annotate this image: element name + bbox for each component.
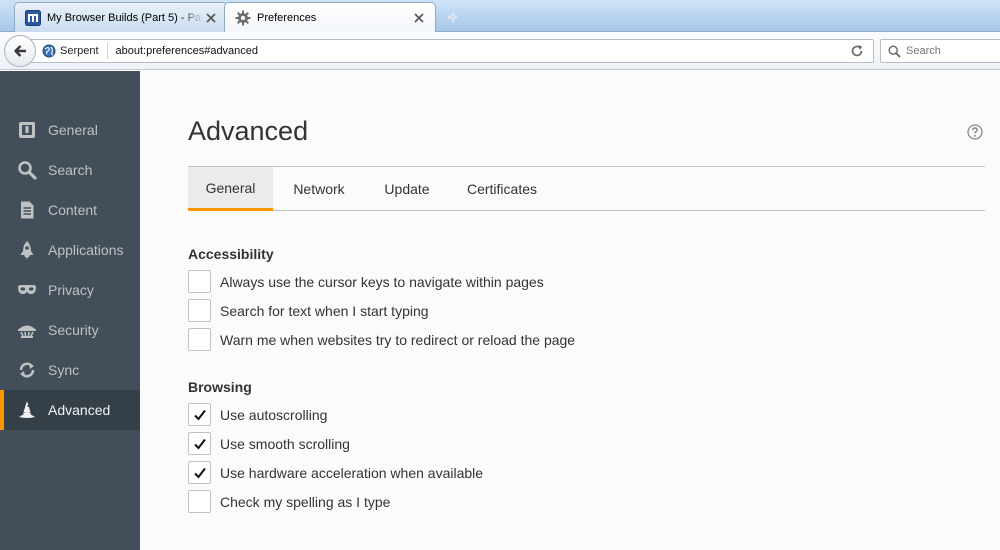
- category-security[interactable]: Security: [0, 310, 140, 350]
- checkbox[interactable]: [188, 490, 211, 513]
- category-label: Sync: [48, 362, 80, 378]
- back-arrow-icon: [14, 45, 26, 57]
- privacy-mask-icon: [15, 278, 39, 302]
- security-icon: [15, 318, 39, 342]
- category-advanced[interactable]: Advanced: [0, 390, 140, 430]
- pref-autoscrolling[interactable]: Use autoscrolling: [188, 403, 327, 426]
- navigation-toolbar: Serpent about:preferences#advanced: [0, 32, 1000, 70]
- category-privacy[interactable]: Privacy: [0, 270, 140, 310]
- category-general[interactable]: General: [0, 110, 140, 150]
- pref-label: Use autoscrolling: [220, 406, 328, 423]
- close-tab-icon[interactable]: [411, 10, 427, 26]
- advanced-tabs: General Network Update Certificates: [188, 167, 985, 211]
- tab-certificates[interactable]: Certificates: [449, 167, 555, 211]
- content-icon: [15, 198, 39, 222]
- checkmark-icon: [193, 438, 206, 450]
- advanced-wizard-icon: [15, 398, 39, 422]
- pref-label: Use smooth scrolling: [220, 435, 350, 452]
- tab-strip: My Browser Builds (Part 5) - Pale Moon f…: [0, 0, 1000, 32]
- page-title: Advanced: [188, 116, 309, 146]
- pref-smooth-scrolling[interactable]: Use smooth scrolling: [188, 432, 350, 455]
- category-label: Applications: [48, 242, 124, 258]
- checkbox[interactable]: [188, 299, 211, 322]
- accessibility-caption: Accessibility: [188, 246, 274, 262]
- forum-icon: [25, 9, 41, 26]
- identity-label: Serpent: [60, 45, 99, 57]
- tab-title: My Browser Builds (Part 5) - Pale Moon f…: [47, 11, 203, 24]
- applications-icon: [15, 238, 39, 262]
- tab-forum[interactable]: My Browser Builds (Part 5) - Pale Moon f…: [14, 2, 228, 32]
- tab-title: Preferences: [257, 11, 317, 24]
- general-icon: [15, 118, 39, 142]
- category-label: Security: [48, 322, 99, 338]
- pref-label: Use hardware acceleration when available: [220, 464, 484, 481]
- close-tab-icon[interactable]: [203, 10, 219, 26]
- sync-icon: [15, 358, 39, 382]
- pref-label: Search for text when I start typing: [220, 302, 429, 319]
- reload-button[interactable]: [845, 40, 869, 62]
- separator: [106, 43, 108, 59]
- pref-label: Warn me when websites try to redirect or…: [220, 331, 576, 348]
- reload-icon: [851, 45, 863, 57]
- help-button[interactable]: [967, 124, 983, 140]
- help-icon: [967, 124, 983, 140]
- category-list: General Search Content Applications Priv…: [0, 110, 140, 430]
- pref-cursor-keys[interactable]: Always use the cursor keys to navigate w…: [188, 270, 544, 293]
- checkbox[interactable]: [188, 432, 211, 455]
- category-search[interactable]: Search: [0, 150, 140, 190]
- tab-network[interactable]: Network: [273, 167, 365, 211]
- identity-box[interactable]: Serpent: [42, 40, 99, 62]
- pref-hardware-acceleration[interactable]: Use hardware acceleration when available: [188, 461, 483, 484]
- tab-update[interactable]: Update: [365, 167, 449, 211]
- search-icon: [15, 158, 39, 182]
- category-sidebar: General Search Content Applications Priv…: [0, 71, 140, 550]
- category-sync[interactable]: Sync: [0, 350, 140, 390]
- checkmark-icon: [193, 467, 206, 479]
- tab-preferences[interactable]: Preferences: [224, 2, 436, 32]
- checkbox[interactable]: [188, 461, 211, 484]
- checkmark-icon: [193, 409, 206, 421]
- globe-icon: [42, 44, 56, 58]
- pref-label: Check my spelling as I type: [220, 493, 391, 510]
- browsing-caption: Browsing: [188, 379, 252, 395]
- gear-icon: [235, 10, 251, 26]
- category-label: General: [48, 122, 98, 138]
- category-label: Privacy: [48, 282, 94, 298]
- new-tab-button[interactable]: [442, 6, 464, 28]
- category-applications[interactable]: Applications: [0, 230, 140, 270]
- search-bar[interactable]: [880, 39, 1000, 63]
- back-button[interactable]: [4, 35, 36, 67]
- category-label: Content: [48, 202, 98, 218]
- pref-spell-check[interactable]: Check my spelling as I type: [188, 490, 390, 513]
- pref-search-typing[interactable]: Search for text when I start typing: [188, 299, 429, 322]
- url-text[interactable]: about:preferences#advanced: [116, 45, 845, 57]
- preferences-pane: Advanced General Network Update Certific…: [140, 71, 1000, 550]
- checkbox[interactable]: [188, 403, 211, 426]
- category-label: Search: [48, 162, 93, 178]
- category-content[interactable]: Content: [0, 190, 140, 230]
- checkbox[interactable]: [188, 270, 211, 293]
- pref-warn-redirect[interactable]: Warn me when websites try to redirect or…: [188, 328, 575, 351]
- url-bar[interactable]: Serpent about:preferences#advanced: [30, 39, 874, 63]
- pref-label: Always use the cursor keys to navigate w…: [220, 273, 544, 290]
- plus-icon: [448, 12, 458, 22]
- search-icon: [888, 44, 901, 58]
- checkbox[interactable]: [188, 328, 211, 351]
- category-label: Advanced: [48, 402, 111, 418]
- tab-general[interactable]: General: [188, 167, 273, 211]
- search-input[interactable]: [906, 45, 996, 57]
